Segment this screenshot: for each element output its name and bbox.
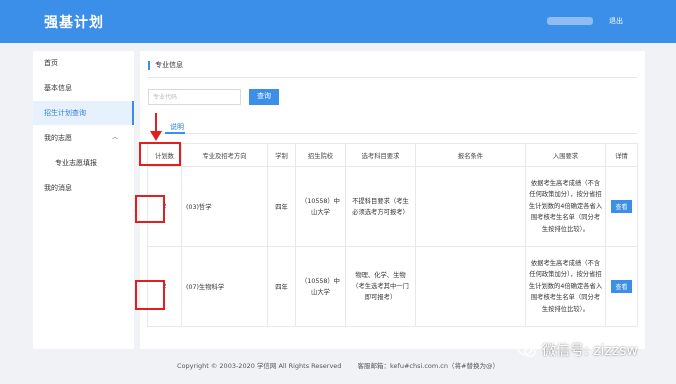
sidebar-item-label: 我的消息	[44, 184, 72, 192]
table-row: 2 (07)生物科学 四年 （10558）中山大学 物理、化学、生物（考生选考其…	[147, 246, 638, 327]
query-button[interactable]: 查询	[249, 89, 279, 105]
app-title: 强基计划	[44, 15, 104, 31]
cell-major: (07)生物科学	[181, 246, 268, 327]
view-detail-button[interactable]: 查看	[611, 280, 632, 293]
cell-years: 四年	[267, 166, 296, 247]
sidebar-item-home[interactable]: 首页	[33, 51, 134, 75]
col-header-years: 学制	[267, 143, 296, 167]
cell-school: （10558）中山大学	[295, 246, 346, 327]
view-detail-button[interactable]: 查看	[611, 200, 632, 213]
divider	[148, 77, 637, 78]
table-row: 2 (03)哲学 四年 （10558）中山大学 不提科目要求（考生必须选考方可报…	[147, 166, 638, 247]
annotation-box-row1	[135, 195, 165, 223]
sidebar-item-plan-query[interactable]: 招生计划查询	[33, 101, 134, 125]
cell-check: 依据考生高考成绩（不含任何政策加分），按分省招生计划数的4倍确定各省入围考核考生…	[525, 166, 606, 247]
cell-detail: 查看	[605, 166, 638, 247]
cell-subjects: 不提科目要求（考生必须选考方可报考）	[345, 166, 416, 247]
col-header-major: 专业及招考方向	[181, 143, 268, 167]
col-header-detail: 详情	[605, 143, 638, 167]
plan-table: 计划数 专业及招考方向 学制 招生院校 选考科目要求 报名条件 入围要求 详情 …	[147, 143, 638, 327]
wechat-icon	[518, 342, 536, 357]
footer-email: 客服邮箱：kefu#chsi.com.cn（将#替换为@）	[357, 362, 499, 370]
cell-conditions	[415, 166, 526, 247]
sidebar-item-label: 基本信息	[44, 84, 72, 92]
logout-link[interactable]: 退出	[609, 16, 623, 26]
annotation-box-row2	[135, 280, 165, 310]
table-header-row: 计划数 专业及招考方向 学制 招生院校 选考科目要求 报名条件 入围要求 详情	[147, 143, 638, 167]
major-code-input[interactable]	[148, 89, 241, 105]
tab-description[interactable]: 说明	[170, 122, 184, 132]
sidebar-item-label: 我的志愿	[44, 134, 72, 142]
chevron-up-icon: ︿	[111, 134, 118, 141]
cell-years: 四年	[267, 246, 296, 327]
col-header-check: 入围要求	[525, 143, 606, 167]
sidebar-item-my-choices[interactable]: 我的志愿 ︿	[33, 126, 134, 150]
annotation-box-header	[139, 142, 181, 166]
footer-copyright: Copyright © 2003-2020 学信网 All Rights Res…	[177, 362, 342, 370]
sidebar-item-label: 首页	[44, 59, 58, 67]
watermark-text: 微信号: zizzsw	[542, 343, 638, 359]
tab-divider	[148, 133, 637, 134]
cell-detail: 查看	[605, 246, 638, 327]
sidebar-item-label: 招生计划查询	[44, 109, 86, 117]
cell-check: 依据考生高考成绩（不含任何政策加分），按分省招生计划数的4倍确定各省入围考核考生…	[525, 246, 606, 327]
sidebar: 首页 基本信息 招生计划查询 我的志愿 ︿ 专业志愿填报 我的消息	[33, 51, 134, 349]
sidebar-item-basic-info[interactable]: 基本信息	[33, 76, 134, 100]
cell-school: （10558）中山大学	[295, 166, 346, 247]
section-title: 专业信息	[148, 61, 183, 70]
sidebar-item-label: 专业志愿填报	[55, 159, 97, 167]
col-header-school: 招生院校	[295, 143, 346, 167]
cell-conditions	[415, 246, 526, 327]
main-panel: 专业信息 查询 说明 计划数 专业及招考方向 学制 招生院校 选考科目要求 报名…	[140, 51, 645, 349]
sidebar-item-major-choice[interactable]: 专业志愿填报	[33, 151, 134, 175]
sidebar-item-messages[interactable]: 我的消息	[33, 176, 134, 200]
tab-active-indicator	[165, 132, 185, 134]
annotation-arrow-icon	[150, 113, 162, 141]
col-header-conditions: 报名条件	[415, 143, 526, 167]
col-header-subjects: 选考科目要求	[345, 143, 416, 167]
watermark: 微信号: zizzsw	[518, 340, 638, 360]
cell-subjects: 物理、化学、生物（考生选考其中一门即可报考）	[345, 246, 416, 327]
cell-major: (03)哲学	[181, 166, 268, 247]
blurred-username	[547, 17, 593, 25]
footer: Copyright © 2003-2020 学信网 All Rights Res…	[0, 360, 676, 370]
top-bar: 强基计划 退出	[0, 0, 676, 43]
